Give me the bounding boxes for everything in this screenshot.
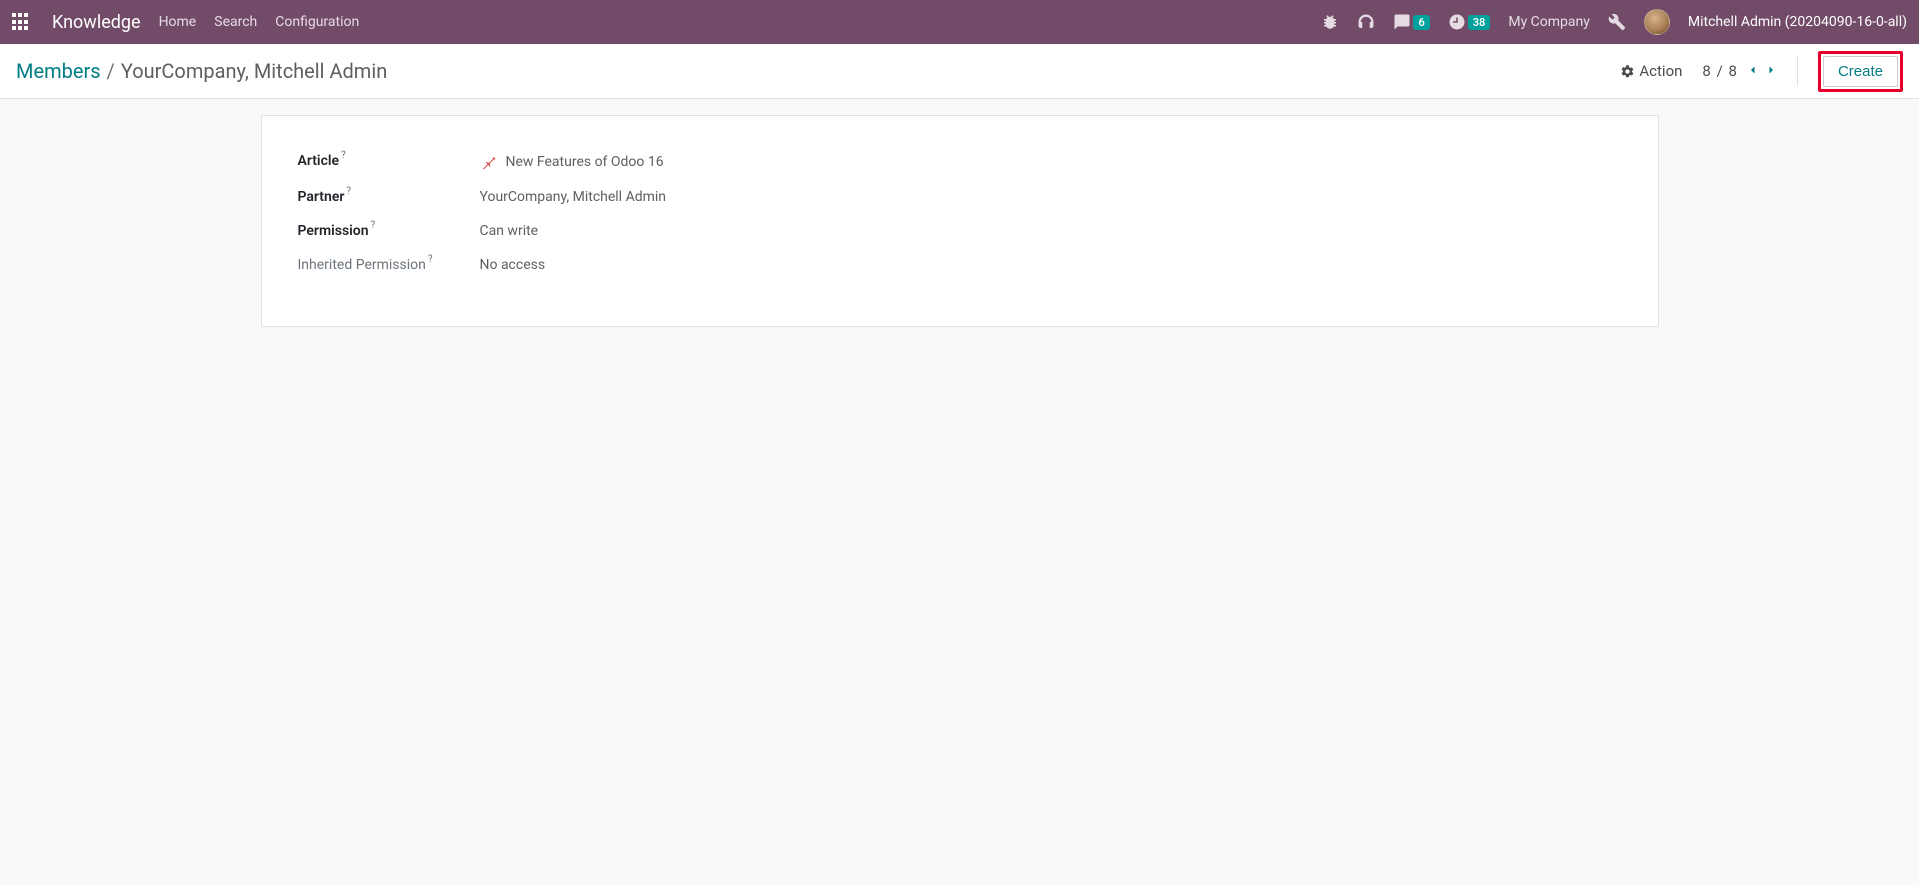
activities-badge: 38 [1468,15,1491,30]
avatar[interactable] [1644,9,1670,35]
help-icon[interactable]: ? [371,220,376,231]
action-label: Action [1639,62,1682,80]
form-wrap: Article?New Features of Odoo 16Partner?Y… [0,99,1919,327]
gear-icon [1620,64,1635,79]
control-panel: Members / YourCompany, Mitchell Admin Ac… [0,44,1919,99]
action-menu[interactable]: Action [1620,62,1682,80]
pager-text[interactable]: 8 / 8 [1702,62,1737,80]
control-panel-right: Action 8 / 8 Create [1620,51,1903,92]
field-label: Inherited Permission? [298,257,480,273]
nav-link-home[interactable]: Home [159,14,197,30]
navbar-left: Knowledge Home Search Configuration [12,12,359,33]
create-button[interactable]: Create [1823,56,1898,87]
field-label: Permission? [298,223,480,239]
field-label: Partner? [298,189,480,205]
nav-link-configuration[interactable]: Configuration [275,14,359,30]
field-value: New Features of Odoo 16 [480,153,664,171]
user-menu[interactable]: Mitchell Admin (20204090-16-0-all) [1688,14,1907,30]
chevron-right-icon [1765,64,1777,76]
form-row: Article?New Features of Odoo 16 [298,144,1622,180]
field-label: Article? [298,153,480,169]
breadcrumb-current: YourCompany, Mitchell Admin [121,59,387,83]
breadcrumb: Members / YourCompany, Mitchell Admin [16,59,387,83]
chevron-left-icon [1747,64,1759,76]
tools-icon[interactable] [1608,13,1626,31]
messages-icon[interactable]: 6 [1393,13,1429,31]
help-icon[interactable]: ? [341,150,346,161]
field-value: Can write [480,223,539,239]
help-icon[interactable]: ? [428,254,433,265]
support-icon[interactable] [1357,13,1375,31]
company-selector[interactable]: My Company [1508,14,1590,30]
app-brand[interactable]: Knowledge [52,12,141,33]
breadcrumb-separator: / [107,59,115,83]
pushpin-icon [480,153,498,171]
top-navbar: Knowledge Home Search Configuration 6 38… [0,0,1919,44]
field-value: No access [480,257,546,273]
form-sheet: Article?New Features of Odoo 16Partner?Y… [261,115,1659,327]
form-row: Inherited Permission?No access [298,248,1622,282]
form-row: Partner?YourCompany, Mitchell Admin [298,180,1622,214]
create-highlight: Create [1818,51,1903,92]
pager: 8 / 8 [1702,62,1777,80]
breadcrumb-root[interactable]: Members [16,59,101,83]
divider [1797,56,1798,86]
apps-icon[interactable] [12,13,30,31]
bug-icon[interactable] [1321,13,1339,31]
form-row: Permission?Can write [298,214,1622,248]
nav-link-search[interactable]: Search [214,14,257,30]
pager-prev[interactable] [1747,62,1759,80]
navbar-right: 6 38 My Company Mitchell Admin (20204090… [1321,9,1907,35]
activities-icon[interactable]: 38 [1448,13,1491,31]
field-value: YourCompany, Mitchell Admin [480,189,667,205]
pager-next[interactable] [1765,62,1777,80]
messages-badge: 6 [1413,15,1429,30]
help-icon[interactable]: ? [346,186,351,197]
